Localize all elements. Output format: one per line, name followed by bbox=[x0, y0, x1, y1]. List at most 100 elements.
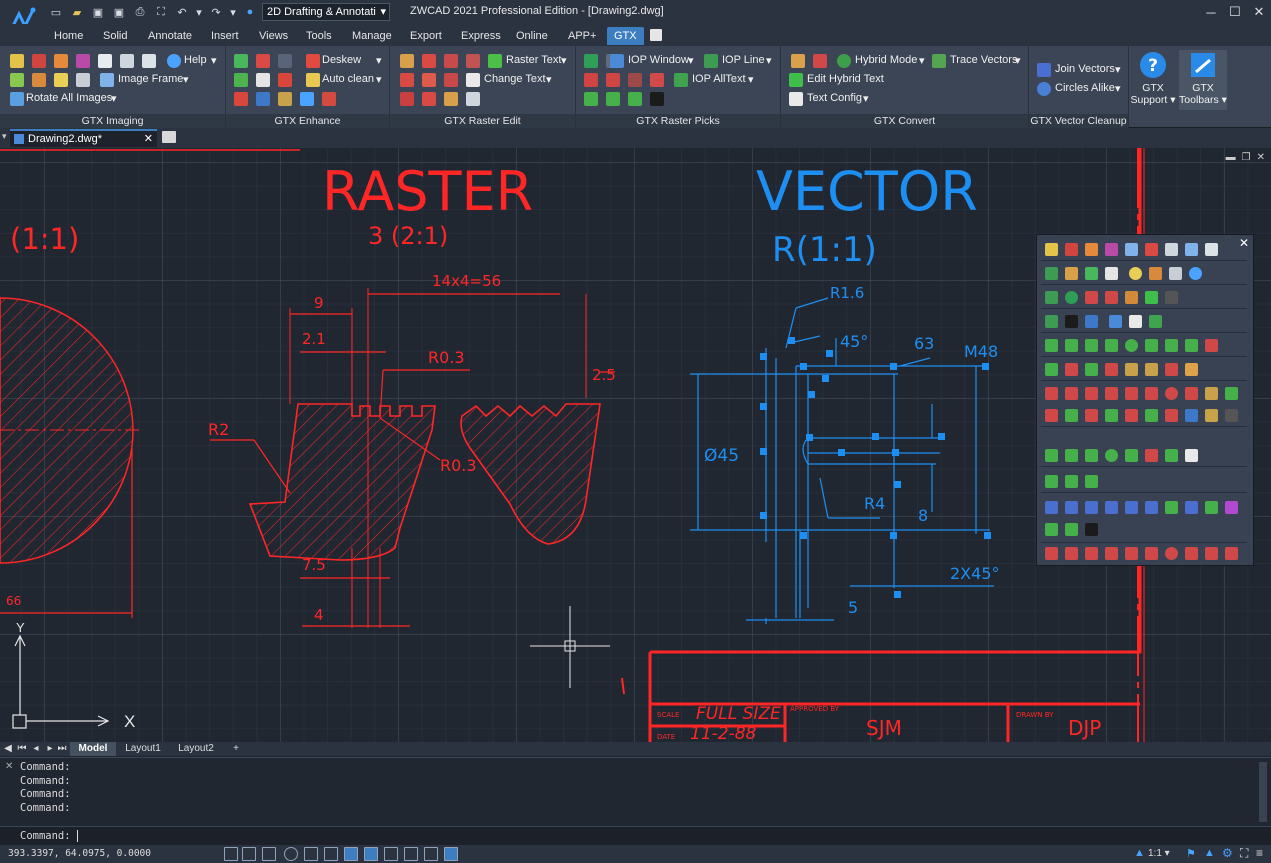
chevron-down-icon[interactable]: ▾ bbox=[376, 54, 382, 67]
iop-alltext-button[interactable]: IOP AllText bbox=[692, 73, 746, 85]
chevron-down-icon[interactable]: ▾ bbox=[561, 54, 567, 67]
help-button[interactable]: Help bbox=[184, 54, 207, 66]
raster-move-icon[interactable] bbox=[400, 73, 414, 87]
raster-paint-icon[interactable] bbox=[466, 92, 480, 106]
convert-vector-icon[interactable] bbox=[813, 54, 827, 68]
tb-cut-icon[interactable] bbox=[1105, 363, 1118, 376]
edit-hybrid-text-icon[interactable] bbox=[789, 73, 803, 87]
enhance-crop-icon[interactable] bbox=[256, 54, 270, 68]
enhance-move-icon[interactable] bbox=[278, 54, 292, 68]
raster-line-icon[interactable] bbox=[422, 54, 436, 68]
pick-arc3-icon[interactable] bbox=[584, 92, 598, 106]
tab-views[interactable]: Views bbox=[259, 27, 288, 45]
tb-s4-icon[interactable] bbox=[1105, 409, 1118, 422]
join-vectors-button[interactable]: Join Vectors bbox=[1055, 63, 1115, 75]
image-print-icon[interactable] bbox=[98, 54, 112, 68]
command-input[interactable]: Command: bbox=[0, 826, 1271, 846]
tb-x-icon[interactable] bbox=[1085, 339, 1098, 352]
redo-icon[interactable]: ↷ bbox=[208, 4, 224, 20]
tb-gtx-icon[interactable] bbox=[1145, 243, 1158, 256]
tb-pencil2-icon[interactable] bbox=[1145, 363, 1158, 376]
tb-s7-icon[interactable] bbox=[1165, 409, 1178, 422]
save-icon[interactable]: ▣ bbox=[90, 4, 106, 20]
pick-plus-icon[interactable] bbox=[628, 92, 642, 106]
tab-manage[interactable]: Manage bbox=[352, 27, 392, 45]
tb-v10-icon[interactable] bbox=[1225, 501, 1238, 514]
tb-arc-red-icon[interactable] bbox=[1205, 339, 1218, 352]
tb-s5-icon[interactable] bbox=[1125, 409, 1138, 422]
image-lightbulb-icon[interactable] bbox=[54, 73, 68, 87]
tb-image-save-icon[interactable] bbox=[1085, 243, 1098, 256]
tb-s1-icon[interactable] bbox=[1045, 409, 1058, 422]
tb-plus-green-icon[interactable] bbox=[1085, 363, 1098, 376]
tb-r6-icon[interactable] bbox=[1145, 387, 1158, 400]
image-frame-button[interactable]: Image Frame bbox=[118, 73, 183, 85]
text-config-button[interactable]: Text Config bbox=[807, 92, 862, 104]
tb-r9-icon[interactable] bbox=[1205, 387, 1218, 400]
pick-line-icon[interactable] bbox=[584, 54, 598, 68]
tb-v5-icon[interactable] bbox=[1125, 501, 1138, 514]
tb-s6-icon[interactable] bbox=[1145, 409, 1158, 422]
enhance-select-icon[interactable] bbox=[234, 54, 248, 68]
pick-minus-icon[interactable] bbox=[606, 92, 620, 106]
tb-v4-icon[interactable] bbox=[1105, 501, 1118, 514]
tb-t7-icon[interactable] bbox=[1165, 449, 1178, 462]
tb-s8-icon[interactable] bbox=[1185, 409, 1198, 422]
tb-t4-icon[interactable] bbox=[1105, 449, 1118, 462]
enhance-invert-icon[interactable] bbox=[256, 73, 270, 87]
gtx-floating-toolbar[interactable]: ✕ bbox=[1036, 234, 1254, 566]
qp-toggle-icon[interactable] bbox=[404, 847, 418, 861]
tb-r1-icon[interactable] bbox=[1045, 387, 1058, 400]
tb-convert-icon[interactable] bbox=[1045, 291, 1058, 304]
tb-list-icon[interactable] bbox=[1169, 267, 1182, 280]
help-icon[interactable] bbox=[167, 54, 181, 68]
hybrid-mode-icon[interactable] bbox=[837, 54, 851, 68]
circles-alike-icon[interactable] bbox=[1037, 82, 1051, 96]
change-text-icon[interactable] bbox=[466, 73, 480, 87]
tb-t1-icon[interactable] bbox=[1045, 449, 1058, 462]
polar-toggle-icon[interactable] bbox=[284, 847, 298, 861]
tb-x1-icon[interactable] bbox=[1045, 547, 1058, 560]
deskew-icon[interactable] bbox=[306, 54, 320, 68]
tb-close-image-icon[interactable] bbox=[1205, 243, 1218, 256]
tb-r3-icon[interactable] bbox=[1085, 387, 1098, 400]
tb-s9-icon[interactable] bbox=[1205, 409, 1218, 422]
tb-iop-icon[interactable] bbox=[1109, 315, 1122, 328]
enhance-trim-icon[interactable] bbox=[322, 92, 336, 106]
tb-x8-icon[interactable] bbox=[1185, 547, 1198, 560]
raster-mirror-icon[interactable] bbox=[444, 73, 458, 87]
tb-s10-icon[interactable] bbox=[1225, 409, 1238, 422]
settings-gear-icon[interactable]: ⚙ bbox=[1222, 846, 1233, 860]
sc-toggle-icon[interactable] bbox=[424, 847, 438, 861]
tb-list2-icon[interactable] bbox=[1129, 315, 1142, 328]
customize-menu-icon[interactable]: ≡ bbox=[1256, 846, 1263, 860]
tab-solid[interactable]: Solid bbox=[103, 27, 127, 45]
join-vectors-icon[interactable] bbox=[1037, 63, 1051, 77]
open-folder-icon[interactable]: ▰ bbox=[69, 4, 85, 20]
tb-t2-icon[interactable] bbox=[1065, 449, 1078, 462]
tb-help-icon[interactable] bbox=[1189, 267, 1202, 280]
raster-text-button[interactable]: Raster Text bbox=[506, 54, 561, 66]
prev-layout-icon[interactable]: ⏮ bbox=[16, 742, 28, 756]
tp-toggle-icon[interactable] bbox=[384, 847, 398, 861]
rotate-all-images-button[interactable]: Rotate All Images bbox=[26, 92, 112, 104]
hybrid-mode-button[interactable]: Hybrid Mode bbox=[855, 54, 917, 66]
tb-line-icon[interactable] bbox=[1065, 339, 1078, 352]
add-layout-button[interactable]: + bbox=[226, 742, 246, 756]
tb-pen-icon[interactable] bbox=[1125, 291, 1138, 304]
tb-plus-red-icon[interactable] bbox=[1065, 363, 1078, 376]
tb-circle-icon[interactable] bbox=[1125, 339, 1138, 352]
tb-v9-icon[interactable] bbox=[1205, 501, 1218, 514]
tab-model[interactable]: Model bbox=[70, 742, 116, 756]
chevron-down-icon[interactable]: ▾ bbox=[211, 54, 217, 67]
raster-copy-icon[interactable] bbox=[444, 92, 458, 106]
tab-home[interactable]: Home bbox=[54, 27, 83, 45]
chevron-down-icon[interactable]: ▾ bbox=[919, 54, 925, 67]
tb-r2-icon[interactable] bbox=[1065, 387, 1078, 400]
help-icon[interactable]: ● bbox=[242, 4, 258, 20]
tb-window-icon[interactable] bbox=[1085, 315, 1098, 328]
tab-layout2[interactable]: Layout2 bbox=[170, 742, 222, 756]
workspace-dropdown[interactable]: 2D Drafting & Annotati ▾ bbox=[262, 3, 390, 21]
tb-shape-icon[interactable] bbox=[1165, 363, 1178, 376]
minimize-button[interactable]: ─ bbox=[1199, 0, 1223, 24]
